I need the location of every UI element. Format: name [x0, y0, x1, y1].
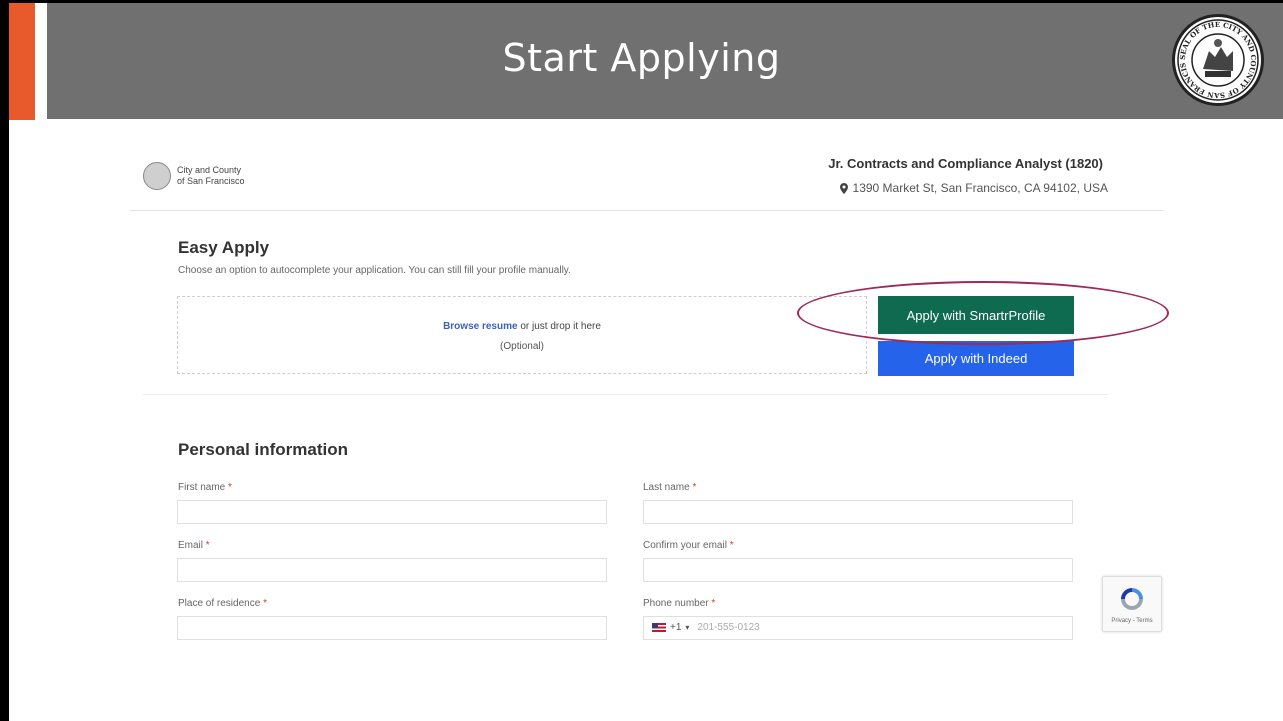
logo-line-1: City and County	[177, 165, 242, 175]
last-name-label: Last name *	[643, 482, 697, 493]
residence-label: Place of residence *	[178, 598, 267, 609]
email-field[interactable]	[177, 558, 607, 582]
chevron-down-icon[interactable]: ▾	[685, 623, 689, 632]
highlight-oval	[797, 281, 1169, 345]
confirm-email-label: Confirm your email *	[643, 540, 734, 551]
easy-apply-title: Easy Apply	[178, 238, 270, 257]
apply-indeed-button[interactable]: Apply with Indeed	[878, 341, 1074, 376]
phone-placeholder: 201-555-0123	[697, 622, 760, 633]
sf-logo: City and County of San Francisco	[143, 162, 245, 190]
recaptcha-terms[interactable]: Privacy - Terms	[1103, 618, 1161, 624]
dropzone-optional: (Optional)	[500, 341, 544, 352]
section-divider	[143, 394, 1108, 395]
job-title: Jr. Contracts and Compliance Analyst (18…	[828, 156, 1103, 171]
sf-logo-icon	[143, 162, 171, 190]
required-marker: *	[228, 482, 232, 493]
resume-dropzone[interactable]: Browse resume or just drop it here (Opti…	[177, 296, 867, 374]
job-location: 1390 Market St, San Francisco, CA 94102,…	[839, 181, 1108, 195]
required-marker: *	[729, 540, 734, 551]
location-pin-icon	[839, 182, 848, 194]
city-seal-icon: SEAL OF THE CITY AND COUNTY OF SAN FRANC…	[1172, 10, 1264, 106]
recaptcha-icon	[1121, 588, 1143, 610]
logo-line-2: of San Francisco	[177, 176, 245, 186]
required-marker: *	[692, 482, 697, 493]
job-location-text: 1390 Market St, San Francisco, CA 94102,…	[852, 181, 1108, 195]
us-flag-icon[interactable]	[652, 623, 666, 632]
phone-field[interactable]: +1 ▾ 201-555-0123	[643, 616, 1073, 640]
required-marker: *	[711, 598, 716, 609]
required-marker: *	[263, 598, 267, 609]
email-label: Email *	[178, 540, 210, 551]
first-name-field[interactable]	[177, 500, 607, 524]
confirm-email-field[interactable]	[643, 558, 1073, 582]
slide-frame-left	[0, 0, 9, 721]
personal-info-title: Personal information	[178, 440, 349, 459]
header-divider	[130, 210, 1163, 211]
first-name-label: First name *	[178, 482, 232, 493]
drop-hint: or just drop it here	[517, 321, 601, 332]
residence-field[interactable]	[177, 616, 607, 640]
browse-resume-link[interactable]: Browse resume	[443, 321, 517, 332]
phone-label: Phone number *	[643, 598, 716, 609]
required-marker: *	[205, 540, 210, 551]
slide-title: Start Applying	[502, 36, 781, 80]
recaptcha-badge[interactable]: Privacy - Terms	[1102, 576, 1162, 632]
last-name-field[interactable]	[643, 500, 1073, 524]
phone-country-code[interactable]: +1	[670, 622, 681, 633]
easy-apply-description: Choose an option to autocomplete your ap…	[178, 265, 571, 276]
